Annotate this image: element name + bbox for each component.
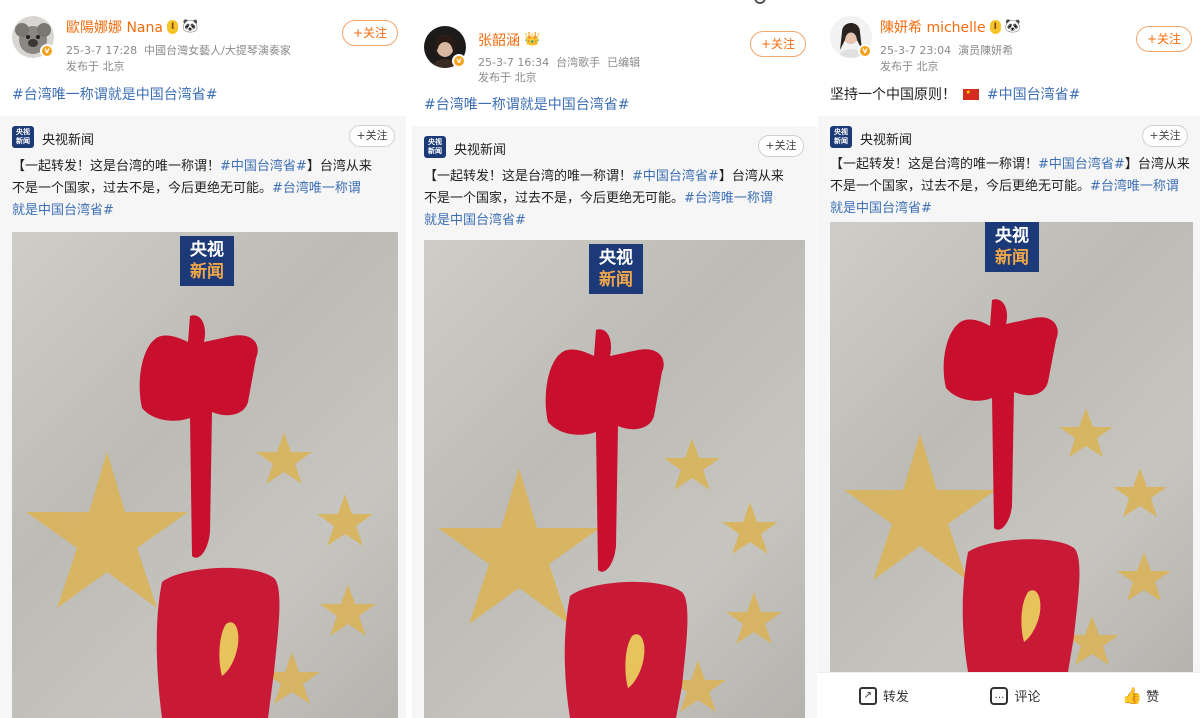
- username[interactable]: 歐陽娜娜 Nana: [66, 17, 163, 37]
- poster-artwork: [438, 329, 782, 718]
- hashtag-link[interactable]: 就是中国台湾省#: [12, 203, 114, 218]
- username[interactable]: 陳妍希 michelle: [880, 17, 986, 37]
- member-level-badge: I: [166, 20, 179, 34]
- repost-button[interactable]: ↗ 转发: [858, 686, 909, 705]
- small-star-icon: [1117, 552, 1171, 601]
- action-bar: ↗ 转发 … 评论 👍 赞: [818, 672, 1200, 718]
- small-star-icon: [1059, 408, 1113, 457]
- comment-icon: …: [990, 686, 1009, 705]
- thumbs-up-icon: 👍: [1122, 685, 1143, 705]
- calligraphy-guo: [564, 581, 688, 718]
- small-star-icon: [256, 432, 312, 484]
- post-header: v 歐陽娜娜 Nana I 🐼 25-3-7 17:28 中國台灣女藝人/大提琴…: [0, 0, 406, 86]
- verified-badge-icon: v: [452, 54, 466, 68]
- member-level-badge: I: [989, 20, 1001, 34]
- poster-image[interactable]: 央视 新闻: [830, 222, 1193, 672]
- post-column-2: v 张韶涵 👑 25-3-7 16:34 台湾歌手 已编辑 发布于 北京 +关注…: [412, 0, 817, 718]
- repost-follow-button[interactable]: +关注: [1142, 125, 1188, 147]
- calligraphy-guo: [156, 567, 280, 718]
- follow-button[interactable]: +关注: [1136, 26, 1192, 52]
- like-button[interactable]: 👍 赞: [1122, 686, 1159, 705]
- poster-artwork: [26, 315, 376, 718]
- small-star-icon: [317, 494, 373, 546]
- china-flag-icon: ★: [963, 89, 980, 100]
- post-source: 台湾歌手: [556, 56, 601, 69]
- small-star-icon: [1113, 468, 1167, 517]
- post-date: 25-3-7 23:04: [880, 44, 952, 57]
- hashtag-link[interactable]: #台湾唯一称谓: [1090, 179, 1179, 194]
- share-icon: ↗: [858, 686, 877, 705]
- repost-card[interactable]: 央视 新闻 央视新闻 +关注 【一起转发！这是台湾的唯一称谓！#中国台湾省#】台湾…: [818, 116, 1200, 672]
- post-body: 坚持一个中国原则！ ★ #中国台湾省#: [830, 84, 1080, 104]
- post-location: 发布于 北京: [880, 60, 939, 73]
- cctv-news-logo: 央视 新闻: [830, 126, 852, 148]
- repost-account-name[interactable]: 央视新闻: [860, 129, 912, 148]
- post-hashtag[interactable]: #台湾唯一称谓就是中国台湾省#: [424, 94, 629, 114]
- cctv-news-poster-logo: 央视 新闻: [180, 236, 234, 286]
- small-star-icon: [722, 502, 778, 554]
- small-star-icon: [320, 584, 376, 636]
- repost-account-name[interactable]: 央视新闻: [454, 139, 506, 158]
- repost-follow-button[interactable]: +关注: [758, 135, 804, 157]
- verified-badge-icon: v: [858, 44, 872, 58]
- hashtag-link[interactable]: #中国台湾省#: [220, 159, 307, 174]
- hashtag-link[interactable]: #中国台湾省#: [632, 169, 719, 184]
- comment-button[interactable]: … 评论: [990, 686, 1040, 705]
- hashtag-link[interactable]: #台湾唯一称谓: [272, 181, 361, 196]
- edited-label: 已编辑: [607, 56, 641, 69]
- post-date: 25-3-7 16:34: [478, 56, 550, 69]
- username[interactable]: 张韶涵: [478, 30, 520, 50]
- poster-image[interactable]: 央视 新闻: [424, 240, 805, 718]
- comment-label: 评论: [1014, 690, 1041, 705]
- cctv-news-poster-logo: 央视 新闻: [985, 222, 1039, 272]
- crown-badge-icon: 👑: [524, 32, 541, 47]
- post-source: 中國台灣女藝人/大提琴演奏家: [144, 44, 291, 57]
- poster-image[interactable]: 央视 新闻: [12, 232, 398, 718]
- panda-icon: 🐼: [182, 19, 199, 34]
- post-plain-text: 坚持一个中国原则！: [830, 87, 956, 103]
- post-hashtag[interactable]: #中国台湾省#: [987, 87, 1080, 103]
- post-column-3: v 陳妍希 michelle I 🐼 25-3-7 23:04 演员陳妍希 发布…: [818, 0, 1200, 718]
- post-location: 发布于 北京: [66, 60, 125, 73]
- small-star-icon: [726, 592, 782, 644]
- calligraphy-guo: [962, 539, 1080, 672]
- cctv-news-logo: 央视 新闻: [12, 126, 34, 148]
- post-date: 25-3-7 17:28: [66, 44, 138, 57]
- hashtag-link[interactable]: 就是中国台湾省#: [424, 213, 526, 228]
- post-hashtag[interactable]: #台湾唯一称谓就是中国台湾省#: [12, 84, 217, 104]
- hashtag-link[interactable]: 就是中国台湾省#: [830, 201, 932, 216]
- repost-text: 【一起转发！这是台湾的唯一称谓！#中国台湾省#】台湾从来 不是一个国家，过去不是…: [424, 169, 784, 228]
- post-header: v 张韶涵 👑 25-3-7 16:34 台湾歌手 已编辑 发布于 北京 +关注: [412, 0, 817, 96]
- repost-card[interactable]: 央视 新闻 央视新闻 +关注 【一起转发！这是台湾的唯一称谓！#中国台湾省#】台湾…: [0, 116, 406, 718]
- follow-button[interactable]: +关注: [750, 31, 806, 57]
- small-star-icon: [664, 438, 720, 490]
- repost-text: 【一起转发！这是台湾的唯一称谓！#中国台湾省#】台湾从来 不是一个国家，过去不是…: [830, 157, 1190, 216]
- repost-account-name[interactable]: 央视新闻: [42, 129, 94, 148]
- repost-card[interactable]: 央视 新闻 央视新闻 +关注 【一起转发！这是台湾的唯一称谓！#中国台湾省#】台湾…: [412, 126, 817, 718]
- repost-follow-button[interactable]: +关注: [349, 125, 395, 147]
- poster-artwork: [844, 299, 1171, 672]
- hashtag-link[interactable]: #中国台湾省#: [1038, 157, 1125, 172]
- post-column-1: v 歐陽娜娜 Nana I 🐼 25-3-7 17:28 中國台灣女藝人/大提琴…: [0, 0, 406, 718]
- post-header: v 陳妍希 michelle I 🐼 25-3-7 23:04 演员陳妍希 发布…: [818, 0, 1200, 86]
- follow-button[interactable]: +关注: [342, 20, 398, 46]
- repost-label: 转发: [882, 690, 909, 705]
- hashtag-link[interactable]: #台湾唯一称谓: [684, 191, 773, 206]
- panda-icon: 🐼: [1004, 19, 1022, 34]
- verified-badge-icon: v: [40, 44, 54, 58]
- cctv-news-logo: 央视 新闻: [424, 136, 446, 158]
- post-location: 发布于 北京: [478, 71, 537, 84]
- post-source: 演员陳妍希: [958, 44, 1014, 57]
- cctv-news-poster-logo: 央视 新闻: [589, 244, 643, 294]
- repost-text: 【一起转发！这是台湾的唯一称谓！#中国台湾省#】台湾从来 不是一个国家，过去不是…: [12, 159, 372, 218]
- like-label: 赞: [1146, 690, 1160, 705]
